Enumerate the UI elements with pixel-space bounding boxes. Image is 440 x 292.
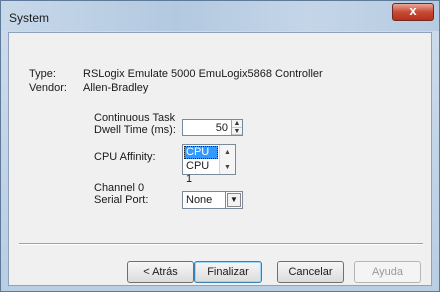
- finish-button[interactable]: Finalizar: [194, 261, 262, 283]
- serial-port-select[interactable]: None: [182, 191, 226, 209]
- title-bar[interactable]: System x: [1, 1, 439, 31]
- window-title: System: [9, 11, 50, 25]
- spin-down-icon[interactable]: ▼: [232, 128, 242, 135]
- scroll-down-icon[interactable]: ▼: [220, 160, 235, 175]
- vendor-value: Allen-Bradley: [83, 82, 149, 94]
- serial-port-label-line1: Channel 0: [94, 182, 145, 194]
- scroll-up-icon[interactable]: ▲: [220, 145, 235, 160]
- close-icon: x: [409, 3, 417, 18]
- cpu-affinity-listbox[interactable]: CPU 0 CPU 1 ▲ ▼: [182, 144, 236, 185]
- serial-port-value: None: [186, 194, 213, 206]
- serial-port-dropdown-button[interactable]: ▼: [226, 191, 243, 209]
- system-dialog: System x Type: RSLogix Emulate 5000 EmuL…: [0, 0, 440, 292]
- dwell-label-line1: Continuous Task: [94, 112, 176, 124]
- dwell-time-input[interactable]: 50 ▲ ▼: [182, 119, 243, 136]
- help-button[interactable]: Ayuda: [354, 261, 421, 283]
- cpu-affinity-option[interactable]: CPU 0: [184, 146, 218, 171]
- type-label: Type:: [29, 68, 56, 80]
- cpu-affinity-scrollbar[interactable]: ▲ ▼: [219, 145, 235, 174]
- cpu-affinity-label: CPU Affinity:: [94, 151, 156, 163]
- button-separator: [19, 243, 423, 245]
- back-button[interactable]: < Atrás: [127, 261, 194, 283]
- dwell-time-value: 50: [215, 122, 228, 134]
- chevron-down-icon: ▼: [227, 193, 241, 207]
- serial-port-label-line2: Serial Port:: [94, 194, 149, 206]
- type-value: RSLogix Emulate 5000 EmuLogix5868 Contro…: [83, 68, 323, 80]
- vendor-label: Vendor:: [29, 82, 67, 94]
- cpu-affinity-option[interactable]: CPU 1: [184, 160, 218, 185]
- dialog-client-area: Type: RSLogix Emulate 5000 EmuLogix5868 …: [8, 32, 432, 286]
- dwell-label-line2: Dwell Time (ms):: [94, 124, 176, 136]
- dwell-time-spinner[interactable]: ▲ ▼: [231, 120, 242, 135]
- spin-up-icon[interactable]: ▲: [232, 120, 242, 128]
- close-button[interactable]: x: [392, 3, 434, 21]
- cancel-button[interactable]: Cancelar: [277, 261, 344, 283]
